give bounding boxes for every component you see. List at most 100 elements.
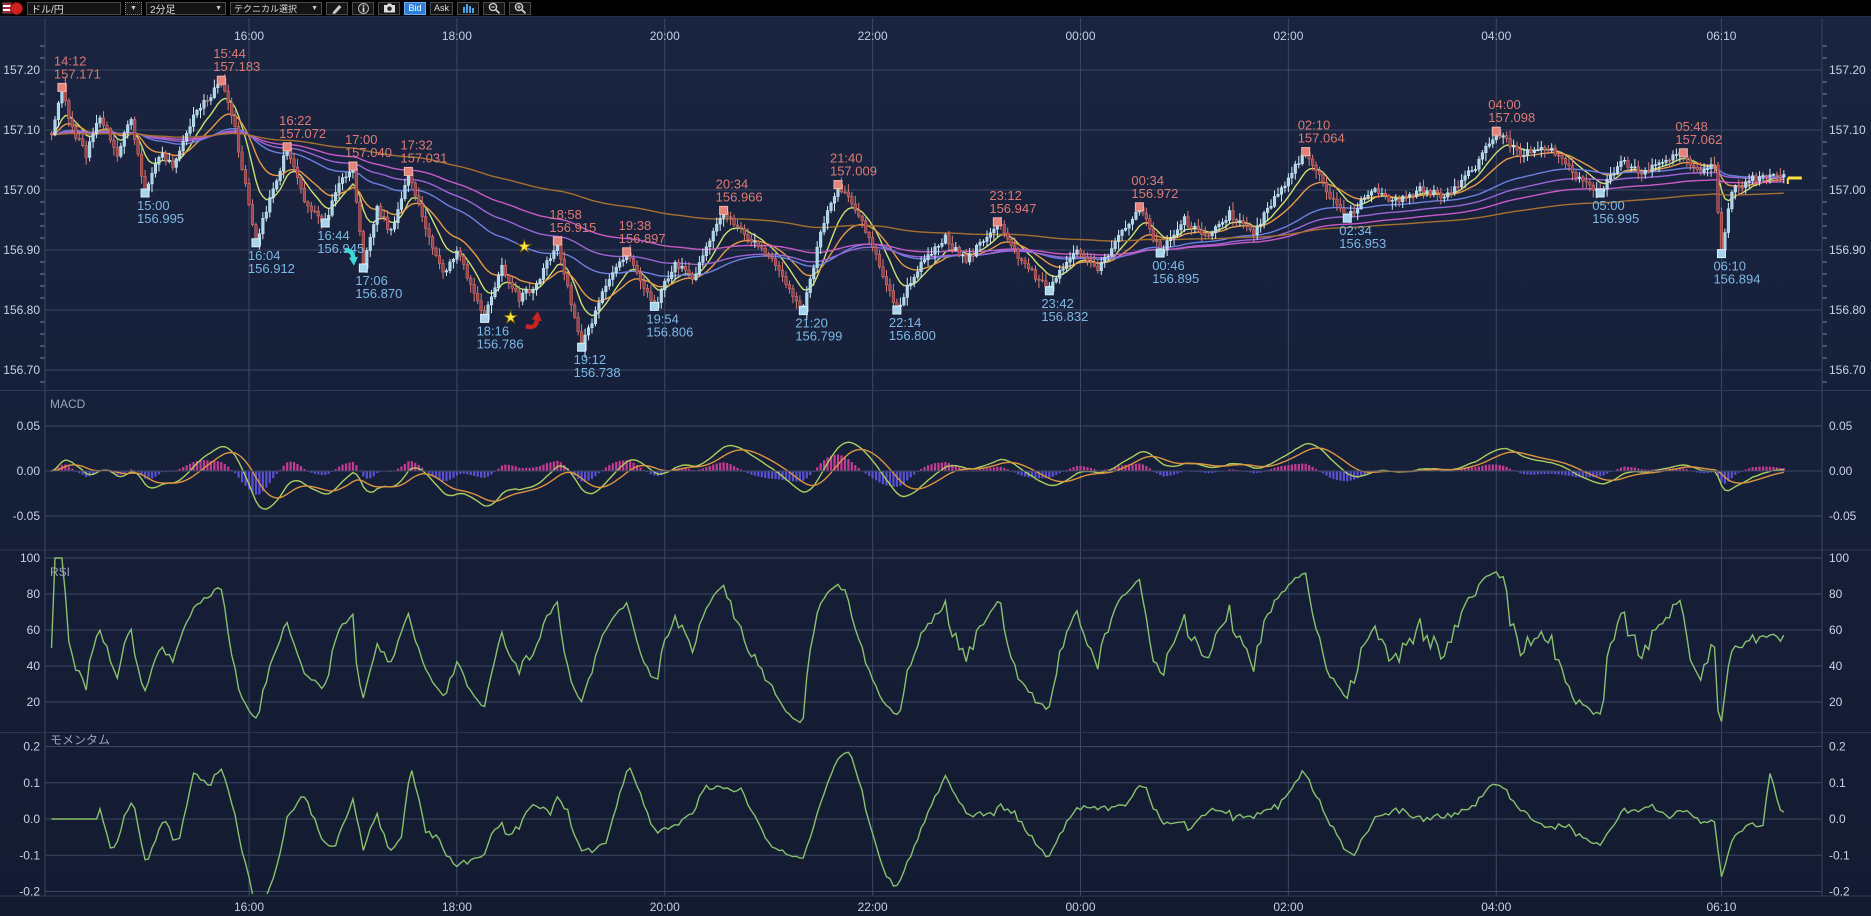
ask-toggle-button[interactable]: Ask bbox=[430, 2, 453, 15]
swing-high-marker bbox=[623, 248, 631, 256]
macd-tick-left: -0.05 bbox=[13, 509, 41, 523]
price-tick-label-left: 156.80 bbox=[3, 303, 40, 317]
zoom-in-icon bbox=[514, 2, 527, 14]
time-label-top: 20:00 bbox=[650, 29, 680, 43]
swing-high-price: 157.062 bbox=[1675, 132, 1722, 147]
swing-high-price: 157.183 bbox=[213, 59, 260, 74]
time-label-bottom: 18:00 bbox=[442, 900, 472, 914]
macd-tick-left: 0.05 bbox=[17, 419, 41, 433]
momentum-tick-left: 0.1 bbox=[23, 776, 40, 790]
swing-high-marker bbox=[58, 83, 66, 91]
swing-low-marker bbox=[1596, 189, 1604, 197]
bid-toggle-button[interactable]: Bid bbox=[404, 2, 426, 15]
pair-select[interactable]: ドル/円 bbox=[27, 2, 121, 15]
bid-toggle-label: Bid bbox=[408, 3, 421, 13]
swing-low-price: 156.995 bbox=[1592, 211, 1639, 226]
momentum-tick-left: 0.0 bbox=[23, 812, 40, 826]
price-tick-label-right: 156.70 bbox=[1829, 363, 1866, 377]
caret-down-icon: ▼ bbox=[307, 5, 318, 12]
swing-low-price: 156.832 bbox=[1041, 309, 1088, 324]
swing-low-price: 156.806 bbox=[646, 324, 693, 339]
swing-high-price: 157.064 bbox=[1298, 131, 1345, 146]
time-label-bottom: 02:00 bbox=[1273, 900, 1303, 914]
macd-title: MACD bbox=[50, 397, 86, 411]
swing-low-price: 156.895 bbox=[1152, 271, 1199, 286]
macd-tick-right: -0.05 bbox=[1829, 509, 1857, 523]
swing-low-price: 156.799 bbox=[795, 329, 842, 344]
timeframe-select[interactable]: 2分足 ▼ bbox=[146, 2, 226, 15]
time-label-top: 18:00 bbox=[442, 29, 472, 43]
swing-low-marker bbox=[141, 189, 149, 197]
swing-high-price: 157.009 bbox=[830, 164, 877, 179]
price-tick-label-right: 157.10 bbox=[1829, 123, 1866, 137]
swing-high-price: 156.972 bbox=[1131, 186, 1178, 201]
zoom-in-button[interactable] bbox=[509, 2, 531, 15]
swing-high-marker bbox=[553, 237, 561, 245]
time-label-bottom: 16:00 bbox=[234, 900, 264, 914]
rsi-tick-right: 100 bbox=[1829, 551, 1849, 565]
camera-icon bbox=[383, 3, 396, 13]
macd-tick-right: 0.05 bbox=[1829, 419, 1853, 433]
time-label-bottom: 20:00 bbox=[650, 900, 680, 914]
pair-flag-icon bbox=[2, 2, 23, 15]
swing-low-marker bbox=[893, 306, 901, 314]
swing-high-price: 157.098 bbox=[1488, 110, 1535, 125]
swing-high-price: 156.966 bbox=[716, 189, 763, 204]
momentum-tick-right: 0.0 bbox=[1829, 812, 1846, 826]
trading-app-window: ドル/円 ▼ 2分足 ▼ テクニカル選択 ▼ bbox=[0, 0, 1871, 916]
pair-select-caret-button[interactable]: ▼ bbox=[125, 2, 142, 15]
technical-select[interactable]: テクニカル選択 ▼ bbox=[230, 2, 322, 15]
swing-low-price: 156.912 bbox=[248, 261, 295, 276]
screenshot-button[interactable] bbox=[378, 2, 400, 15]
pair-select-label: ドル/円 bbox=[31, 1, 64, 16]
time-label-top: 22:00 bbox=[858, 29, 888, 43]
swing-low-price: 156.738 bbox=[574, 365, 621, 380]
macd-tick-right: 0.00 bbox=[1829, 464, 1853, 478]
price-tick-label-left: 157.00 bbox=[3, 183, 40, 197]
swing-low-price: 156.894 bbox=[1713, 272, 1760, 287]
zoom-out-icon bbox=[488, 2, 501, 14]
zoom-out-button[interactable] bbox=[483, 2, 505, 15]
momentum-tick-left: -0.1 bbox=[19, 848, 40, 862]
momentum-tick-right: -0.1 bbox=[1829, 848, 1850, 862]
price-tick-label-right: 157.20 bbox=[1829, 63, 1866, 77]
time-label-top: 02:00 bbox=[1273, 29, 1303, 43]
rsi-tick-left: 60 bbox=[27, 623, 41, 637]
swing-low-marker bbox=[481, 314, 489, 322]
caret-down-icon: ▼ bbox=[130, 5, 137, 12]
time-label-bottom: 06:10 bbox=[1706, 900, 1736, 914]
rsi-tick-right: 80 bbox=[1829, 587, 1843, 601]
time-label-bottom: 04:00 bbox=[1481, 900, 1511, 914]
timeframe-select-label: 2分足 bbox=[150, 1, 176, 16]
rsi-title: RSI bbox=[50, 565, 70, 579]
pencil-icon bbox=[331, 3, 343, 14]
swing-high-price: 157.072 bbox=[279, 126, 326, 141]
rsi-tick-right: 40 bbox=[1829, 659, 1843, 673]
price-tick-label-right: 157.00 bbox=[1829, 183, 1866, 197]
momentum-tick-right: 0.1 bbox=[1829, 776, 1846, 790]
chart-type-button[interactable] bbox=[457, 2, 479, 15]
info-icon bbox=[358, 3, 369, 14]
swing-high-marker bbox=[993, 218, 1001, 226]
chart-type-icon bbox=[462, 3, 475, 13]
swing-high-marker bbox=[834, 181, 842, 189]
price-tick-label-left: 157.10 bbox=[3, 123, 40, 137]
star-icon: ★ bbox=[517, 237, 532, 256]
swing-low-marker bbox=[321, 219, 329, 227]
star-icon: ★ bbox=[503, 308, 518, 327]
rsi-tick-left: 80 bbox=[27, 587, 41, 601]
swing-high-price: 157.031 bbox=[400, 150, 447, 165]
technical-select-label: テクニカル選択 bbox=[234, 2, 297, 15]
jp-flag-icon bbox=[10, 2, 23, 15]
swing-low-marker bbox=[1717, 250, 1725, 258]
swing-high-marker bbox=[1135, 203, 1143, 211]
swing-high-marker bbox=[720, 206, 728, 214]
time-label-top: 06:10 bbox=[1706, 29, 1736, 43]
swing-low-price: 156.995 bbox=[137, 211, 184, 226]
chart-canvas[interactable]: 16:0016:0018:0018:0020:0020:0022:0022:00… bbox=[0, 0, 1871, 916]
info-button[interactable] bbox=[352, 2, 374, 15]
swing-low-marker bbox=[1045, 287, 1053, 295]
price-tick-label-left: 156.90 bbox=[3, 243, 40, 257]
draw-tool-button[interactable] bbox=[326, 2, 348, 15]
swing-low-price: 156.786 bbox=[477, 336, 524, 351]
